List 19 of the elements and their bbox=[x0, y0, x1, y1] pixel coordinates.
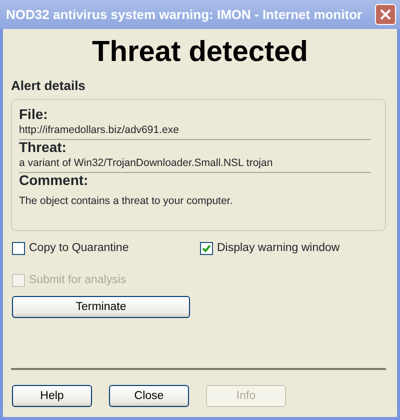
checkbox-label: Submit for analysis bbox=[29, 273, 126, 287]
close-button[interactable] bbox=[375, 4, 396, 25]
checkbox-label: Display warning window bbox=[217, 241, 340, 255]
field-value: The object contains a threat to your computer. bbox=[19, 194, 233, 208]
field-label: File: bbox=[19, 107, 48, 122]
heading: Threat detected bbox=[91, 35, 309, 69]
terminate-button[interactable]: Terminate bbox=[12, 296, 190, 318]
field-value: a variant of Win32/TrojanDownloader.Small.NSL trojan bbox=[19, 156, 273, 170]
section-title: Alert details bbox=[11, 78, 86, 94]
field-label: Comment: bbox=[19, 173, 88, 188]
close-icon bbox=[380, 9, 391, 20]
field-value: http://iframedollars.biz/adv691.exe bbox=[19, 123, 179, 137]
checkbox[interactable] bbox=[12, 242, 25, 254]
dialog-button[interactable]: Help bbox=[12, 385, 92, 407]
checkbox-label: Copy to Quarantine bbox=[29, 241, 129, 255]
dialog-button[interactable]: Close bbox=[109, 385, 189, 407]
checkbox[interactable] bbox=[200, 242, 213, 254]
field-label: Threat: bbox=[19, 140, 66, 155]
window-title: NOD32 antivirus system warning: IMON - Internet monitor bbox=[6, 6, 364, 24]
